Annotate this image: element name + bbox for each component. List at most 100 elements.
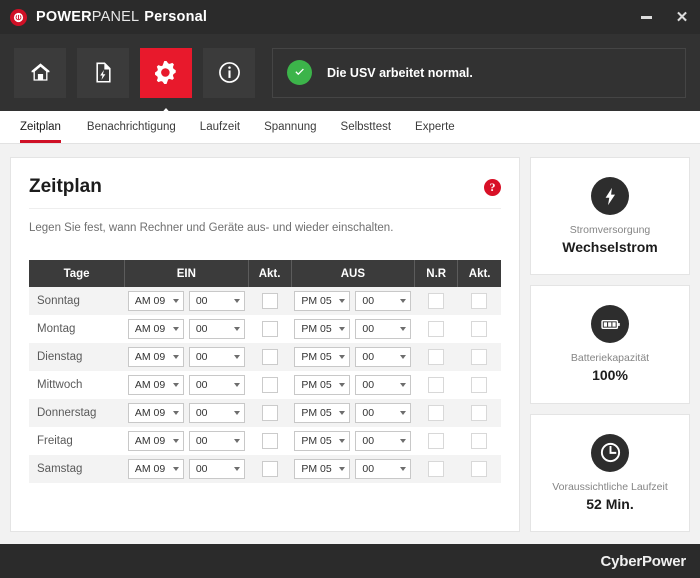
- table-row: Dienstag AM 09 00 PM 05 00: [29, 343, 501, 371]
- nr-checkbox[interactable]: [428, 348, 445, 365]
- stat-value: 52 Min.: [586, 495, 634, 512]
- tab-laufzeit[interactable]: Laufzeit: [188, 111, 252, 143]
- nr-checkbox[interactable]: [428, 432, 445, 449]
- on-hour-select[interactable]: AM 09: [127, 347, 184, 367]
- chevron-down-icon: [233, 467, 240, 471]
- chevron-down-icon: [400, 383, 407, 387]
- off-minute-select[interactable]: 00: [355, 403, 412, 423]
- off-enable-checkbox[interactable]: [471, 460, 488, 477]
- off-minute-select[interactable]: 00: [355, 375, 412, 395]
- chevron-down-icon: [339, 299, 346, 303]
- tab-zeitplan[interactable]: Zeitplan: [20, 111, 75, 143]
- off-hour-select[interactable]: PM 05: [294, 459, 351, 479]
- on-enable-checkbox[interactable]: [261, 404, 278, 421]
- off-minute-select[interactable]: 00: [355, 347, 412, 367]
- on-hour-select[interactable]: AM 09: [127, 319, 184, 339]
- off-enable-checkbox[interactable]: [471, 348, 488, 365]
- chevron-down-icon: [339, 467, 346, 471]
- off-enable-checkbox[interactable]: [471, 292, 488, 309]
- off-hour-select[interactable]: PM 05: [294, 403, 351, 423]
- minimize-icon: [640, 15, 652, 19]
- tab-experte[interactable]: Experte: [403, 111, 467, 143]
- chevron-down-icon: [172, 299, 179, 303]
- chevron-down-icon: [233, 439, 240, 443]
- tab-label: Selbsttest: [340, 121, 392, 133]
- off-enable-checkbox[interactable]: [471, 432, 488, 449]
- row-on-time: AM 09 00: [124, 343, 249, 371]
- on-minute-select[interactable]: 00: [188, 403, 245, 423]
- on-enable-checkbox[interactable]: [261, 348, 278, 365]
- chevron-down-icon: [233, 411, 240, 415]
- row-off-time: PM 05 00: [291, 287, 415, 315]
- off-minute-select[interactable]: 00: [355, 291, 412, 311]
- row-on-time: AM 09 00: [124, 399, 249, 427]
- nr-checkbox[interactable]: [428, 404, 445, 421]
- off-hour-select[interactable]: PM 05: [294, 319, 351, 339]
- off-enable-checkbox[interactable]: [471, 320, 488, 337]
- stat-card-battery: Batteriekapazität 100%: [530, 285, 690, 404]
- off-minute-select[interactable]: 00: [355, 431, 412, 451]
- logo-cyber: Cyber: [600, 552, 642, 570]
- on-hour-select[interactable]: AM 09: [127, 459, 184, 479]
- nr-checkbox[interactable]: [428, 376, 445, 393]
- on-hour-select[interactable]: AM 09: [127, 403, 184, 423]
- tab-selbsttest[interactable]: Selbsttest: [329, 111, 404, 143]
- row-off-time: PM 05 00: [291, 371, 415, 399]
- col-header-aus: AUS: [291, 260, 416, 287]
- minimize-button[interactable]: [628, 0, 664, 34]
- tab-label: Spannung: [264, 121, 317, 133]
- info-icon: [218, 62, 240, 83]
- toolbar-button-home[interactable]: [14, 47, 66, 98]
- on-minute-select[interactable]: 00: [188, 431, 245, 451]
- title-bar: POWERPANEL Personal ✕: [0, 0, 700, 34]
- on-hour-select[interactable]: AM 09: [127, 431, 184, 451]
- col-header-akt-off: Akt.: [457, 260, 501, 287]
- off-hour-select[interactable]: PM 05: [294, 431, 351, 451]
- chevron-down-icon: [172, 467, 179, 471]
- nr-checkbox[interactable]: [428, 320, 445, 337]
- nr-checkbox[interactable]: [428, 292, 445, 309]
- schedule-table: Tage EIN Akt. AUS N.R Akt. Sonntag AM 09: [29, 260, 501, 483]
- row-day-label: Mittwoch: [29, 371, 125, 399]
- on-minute-select[interactable]: 00: [188, 319, 245, 339]
- off-hour-select[interactable]: PM 05: [294, 347, 351, 367]
- table-row: Mittwoch AM 09 00 PM 05 00: [29, 371, 501, 399]
- clock-circle-icon: [591, 433, 629, 472]
- nr-checkbox[interactable]: [428, 460, 445, 477]
- on-minute-select[interactable]: 00: [188, 375, 245, 395]
- toolbar-button-settings[interactable]: [140, 47, 192, 98]
- table-row: Sonntag AM 09 00 PM 05 00: [29, 287, 501, 315]
- on-minute-select[interactable]: 00: [188, 291, 245, 311]
- on-hour-select[interactable]: AM 09: [127, 291, 184, 311]
- on-hour-select[interactable]: AM 09: [127, 375, 184, 395]
- stat-label: Voraussichtliche Laufzeit: [552, 480, 668, 493]
- help-icon[interactable]: ?: [484, 178, 501, 196]
- off-hour-select[interactable]: PM 05: [294, 291, 351, 311]
- off-enable-checkbox[interactable]: [471, 404, 488, 421]
- table-row: Freitag AM 09 00 PM 05 00: [29, 427, 501, 455]
- tab-label: Zeitplan: [20, 121, 61, 133]
- off-minute-select[interactable]: 00: [355, 319, 412, 339]
- row-on-enable-cell: [248, 315, 292, 343]
- chevron-down-icon: [400, 355, 407, 359]
- on-enable-checkbox[interactable]: [261, 320, 278, 337]
- logo-power: Power: [641, 552, 686, 570]
- on-minute-select[interactable]: 00: [188, 347, 245, 367]
- toolbar-button-logs[interactable]: [77, 47, 129, 98]
- off-minute-select[interactable]: 00: [355, 459, 412, 479]
- on-enable-checkbox[interactable]: [261, 376, 278, 393]
- off-enable-checkbox[interactable]: [471, 376, 488, 393]
- toolbar-button-info[interactable]: [203, 47, 255, 98]
- chevron-down-icon: [400, 327, 407, 331]
- on-enable-checkbox[interactable]: [261, 432, 278, 449]
- schedule-panel: Zeitplan ? Legen Sie fest, wann Rechner …: [10, 157, 520, 532]
- on-minute-select[interactable]: 00: [188, 459, 245, 479]
- row-on-enable-cell: [248, 455, 292, 483]
- close-button[interactable]: ✕: [664, 0, 700, 34]
- chevron-down-icon: [400, 439, 407, 443]
- on-enable-checkbox[interactable]: [261, 460, 278, 477]
- off-hour-select[interactable]: PM 05: [294, 375, 351, 395]
- on-enable-checkbox[interactable]: [261, 292, 278, 309]
- tab-benachrichtigung[interactable]: Benachrichtigung: [75, 111, 188, 143]
- tab-spannung[interactable]: Spannung: [252, 111, 328, 143]
